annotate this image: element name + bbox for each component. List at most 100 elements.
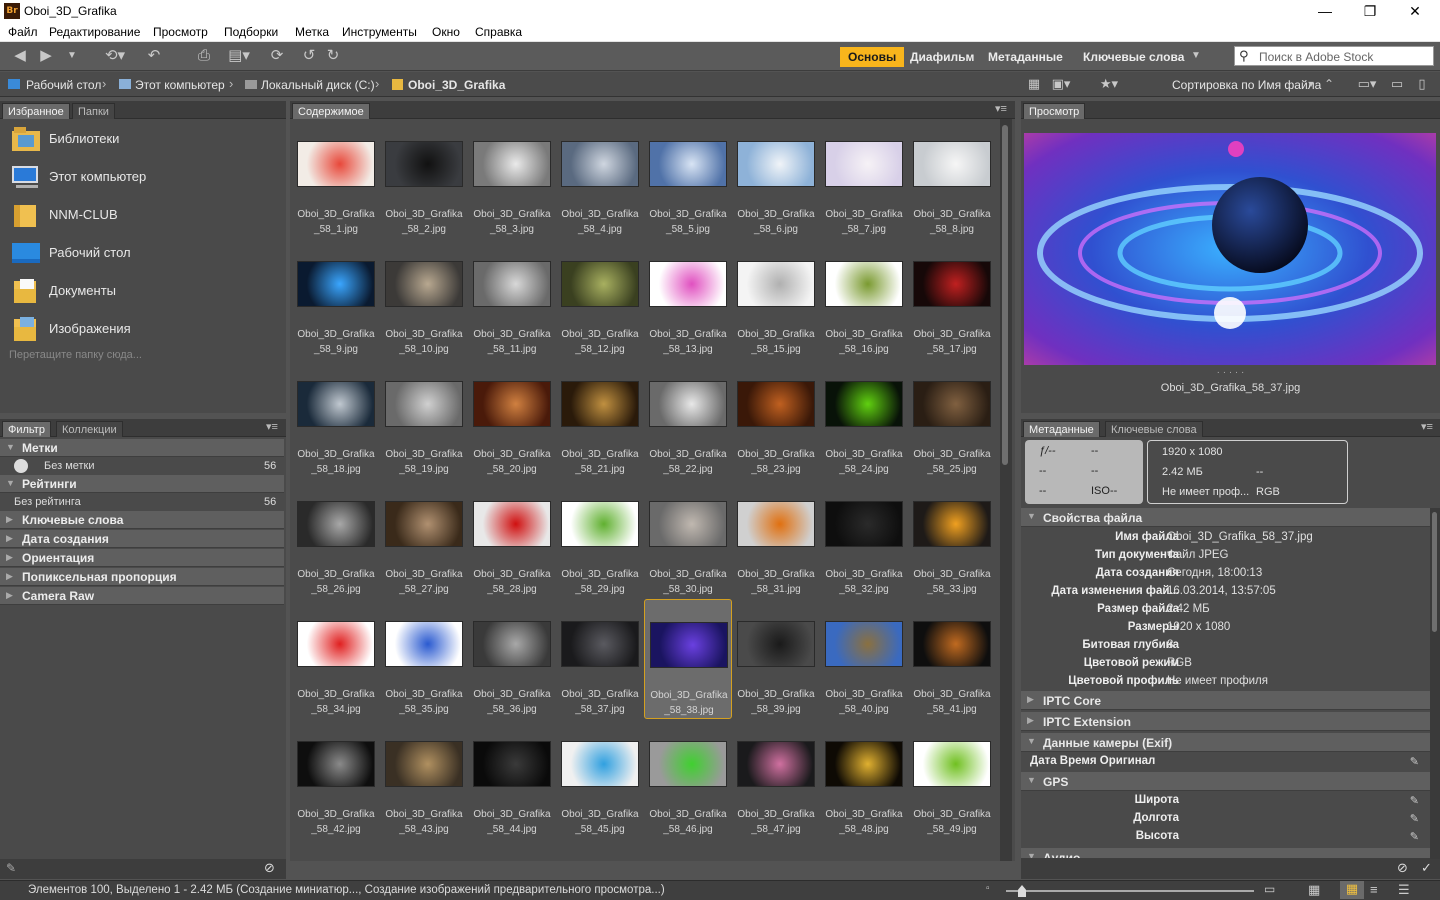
rotate-right-icon[interactable]: ↻ (324, 47, 342, 65)
filter-group-labels[interactable]: ▼ Метки (0, 439, 284, 457)
thumbnail-item[interactable]: Oboi_3D_Grafika _58_44.jpg (468, 719, 556, 839)
open-recent-folder-icon[interactable]: ▭▾ (1352, 75, 1382, 93)
breadcrumb-separator-icon[interactable]: › (375, 76, 379, 91)
filter-group-orientation[interactable]: ▶ Ориентация (0, 549, 284, 567)
thumbnail-item[interactable]: Oboi_3D_Grafika _58_6.jpg (732, 119, 820, 239)
section-iptc-extension[interactable]: ▶ IPTC Extension (1021, 712, 1431, 731)
thumbnail-image[interactable] (737, 621, 815, 667)
content-scrollbar[interactable] (1000, 119, 1012, 861)
favorite-pictures[interactable]: Изображения (10, 313, 280, 347)
thumbnail-item[interactable]: Oboi_3D_Grafika _58_18.jpg (292, 359, 380, 479)
thumbnail-image[interactable] (385, 261, 463, 307)
panel-menu-icon[interactable]: ▾≡ (1421, 420, 1433, 433)
scrollbar-thumb[interactable] (1432, 512, 1437, 632)
recent-dropdown-icon[interactable]: ▼ (64, 47, 80, 65)
maximize-button[interactable]: ❐ (1347, 0, 1393, 22)
preview-image[interactable] (1024, 133, 1436, 365)
trash-icon[interactable]: ▯ (1414, 75, 1430, 93)
sort-dropdown-arrow-icon[interactable]: ▼ (1305, 75, 1317, 93)
tab-content[interactable]: Содержимое (292, 103, 370, 119)
large-thumbnail-icon[interactable]: ▭ (1264, 882, 1275, 896)
menu-view[interactable]: Просмотр (153, 25, 208, 39)
tab-filter[interactable]: Фильтр (2, 421, 51, 437)
thumbnail-item[interactable]: Oboi_3D_Grafika _58_34.jpg (292, 599, 380, 719)
thumbnail-item[interactable]: Oboi_3D_Grafika _58_1.jpg (292, 119, 380, 239)
filter-group-camera-raw[interactable]: ▶ Camera Raw (0, 587, 284, 605)
thumbnail-image[interactable] (385, 501, 463, 547)
breadcrumb-current-folder[interactable]: Oboi_3D_Grafika (408, 78, 505, 92)
thumbnail-image[interactable] (561, 621, 639, 667)
thumbnail-image[interactable] (561, 501, 639, 547)
thumbnail-image[interactable] (297, 501, 375, 547)
filter-group-aspect-ratio[interactable]: ▶ Попиксельная пропорция (0, 568, 284, 586)
get-photos-camera-icon[interactable]: ⎙ (194, 47, 214, 65)
edit-pencil-icon[interactable]: ✎ (1410, 812, 1419, 825)
edit-pencil-icon[interactable]: ✎ (1410, 794, 1419, 807)
pin-icon[interactable]: ✎ (6, 861, 16, 875)
thumbnail-item[interactable]: Oboi_3D_Grafika _58_10.jpg (380, 239, 468, 359)
close-button[interactable]: ✕ (1392, 0, 1438, 22)
thumbnail-image[interactable] (473, 141, 551, 187)
favorite-nnm-club[interactable]: NNM-CLUB (10, 199, 280, 233)
boomerang-icon[interactable]: ↶ (144, 47, 164, 65)
thumbnail-item[interactable]: Oboi_3D_Grafika _58_24.jpg (820, 359, 908, 479)
scrollbar-thumb[interactable] (1002, 125, 1008, 465)
thumbnail-image[interactable] (561, 381, 639, 427)
thumbnail-item[interactable]: Oboi_3D_Grafika _58_13.jpg (644, 239, 732, 359)
filter-group-ratings[interactable]: ▼ Рейтинги (0, 475, 284, 493)
breadcrumb-separator-icon[interactable]: › (102, 76, 106, 91)
tab-collections[interactable]: Коллекции (56, 421, 123, 437)
thumbnail-view-icon[interactable]: ▦ (1340, 881, 1364, 899)
thumbnail-image[interactable] (737, 381, 815, 427)
thumbnail-item[interactable]: Oboi_3D_Grafika _58_36.jpg (468, 599, 556, 719)
thumbnail-image[interactable] (825, 621, 903, 667)
thumbnail-image[interactable] (737, 501, 815, 547)
thumbnail-item[interactable]: Oboi_3D_Grafika _58_17.jpg (908, 239, 996, 359)
thumbnail-item[interactable]: Oboi_3D_Grafika _58_15.jpg (732, 239, 820, 359)
filter-row-no-label[interactable]: Без метки 56 (0, 458, 284, 476)
workspace-essentials[interactable]: Основы (840, 47, 905, 67)
favorite-documents[interactable]: Документы (10, 275, 280, 309)
thumbnail-size-slider[interactable] (1006, 890, 1254, 892)
thumbnail-image[interactable] (297, 261, 375, 307)
thumbnail-quality-icon[interactable]: ▦ (1026, 75, 1042, 93)
filter-group-keywords[interactable]: ▶ Ключевые слова (0, 511, 284, 529)
thumbnail-image[interactable] (385, 381, 463, 427)
breadcrumb-drive[interactable]: Локальный диск (C:) (261, 78, 375, 92)
details-view-icon[interactable]: ≡ (1370, 882, 1378, 897)
thumbnail-image[interactable] (913, 741, 991, 787)
tab-keywords[interactable]: Ключевые слова (1105, 421, 1203, 437)
section-gps[interactable]: ▼ GPS (1021, 772, 1431, 791)
workspace-chevron-down-icon[interactable]: ▼ (1188, 47, 1204, 65)
thumbnail-image[interactable] (473, 501, 551, 547)
slider-handle[interactable] (1018, 885, 1026, 897)
thumbnail-image[interactable] (649, 141, 727, 187)
thumbnail-image[interactable] (825, 381, 903, 427)
thumbnail-item[interactable]: Oboi_3D_Grafika _58_12.jpg (556, 239, 644, 359)
thumbnail-image[interactable] (649, 501, 727, 547)
thumbnail-item[interactable]: Oboi_3D_Grafika _58_30.jpg (644, 479, 732, 599)
thumbnail-item[interactable]: Oboi_3D_Grafika _58_27.jpg (380, 479, 468, 599)
thumbnail-item[interactable]: Oboi_3D_Grafika _58_26.jpg (292, 479, 380, 599)
list-view-icon[interactable]: ☰ (1398, 882, 1410, 898)
thumbnail-image[interactable] (649, 741, 727, 787)
workspace-metadata[interactable]: Метаданные (980, 47, 1071, 67)
minimize-button[interactable]: — (1302, 0, 1348, 22)
thumbnail-image[interactable] (913, 261, 991, 307)
sort-dropdown[interactable]: Сортировка по Имя файла (1172, 78, 1321, 92)
thumbnail-item[interactable]: Oboi_3D_Grafika _58_4.jpg (556, 119, 644, 239)
favorite-desktop[interactable]: Рабочий стол (10, 237, 280, 271)
thumbnail-image[interactable] (297, 141, 375, 187)
open-in-camera-raw-icon[interactable]: ⟳ (266, 47, 288, 65)
thumbnail-image[interactable] (561, 741, 639, 787)
thumbnail-image[interactable] (825, 141, 903, 187)
thumbnail-image[interactable] (649, 381, 727, 427)
small-thumbnail-icon[interactable]: ▫ (986, 883, 990, 894)
thumbnail-item[interactable]: Oboi_3D_Grafika _58_40.jpg (820, 599, 908, 719)
workspace-keywords[interactable]: Ключевые слова (1075, 47, 1192, 67)
filter-by-rating-star-icon[interactable]: ★▾ (1094, 75, 1124, 93)
thumbnail-item[interactable]: Oboi_3D_Grafika _58_19.jpg (380, 359, 468, 479)
thumbnail-item[interactable]: Oboi_3D_Grafika _58_16.jpg (820, 239, 908, 359)
new-folder-icon[interactable]: ▭ (1388, 75, 1406, 93)
thumbnail-image[interactable] (825, 501, 903, 547)
